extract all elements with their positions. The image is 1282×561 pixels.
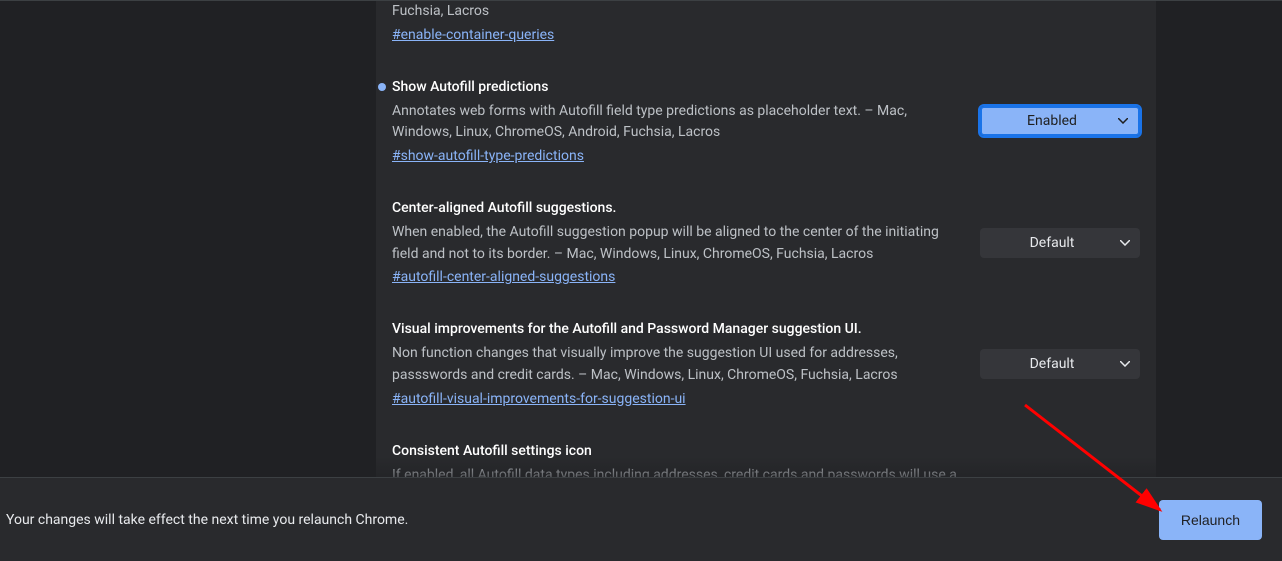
flag-hash-link[interactable]: #autofill-center-aligned-suggestions [392, 269, 615, 285]
flag-description: Annotates web forms with Autofill field … [392, 101, 960, 144]
flag-title: Show Autofill predictions [392, 79, 960, 95]
flag-title: Visual improvements for the Autofill and… [392, 321, 960, 337]
flag-row: Visual improvements for the Autofill and… [392, 303, 1140, 424]
chevron-down-icon [1120, 361, 1130, 367]
flag-hash-link[interactable]: #enable-container-queries [392, 27, 554, 43]
flag-title-text: Consistent Autofill settings icon [392, 443, 592, 459]
flag-title-text: Center-aligned Autofill suggestions. [392, 200, 616, 216]
flag-title: Consistent Autofill settings icon [392, 443, 1140, 459]
flag-state-select[interactable]: Default [980, 228, 1140, 258]
chevron-down-icon [1120, 240, 1130, 246]
flag-state-select[interactable]: Enabled [980, 106, 1140, 136]
flag-hash-link[interactable]: #show-autofill-type-predictions [392, 148, 584, 164]
flag-description: Non function changes that visually impro… [392, 343, 960, 386]
chevron-down-icon [1118, 118, 1128, 124]
flag-description: When enabled, the Autofill suggestion po… [392, 222, 960, 265]
flag-row: Fuchsia, Lacros #enable-container-querie… [392, 1, 1140, 61]
modified-dot-icon [378, 83, 386, 91]
flag-state-value: Default [1030, 356, 1075, 372]
flag-title-text: Show Autofill predictions [392, 79, 548, 95]
flag-state-value: Default [1030, 235, 1075, 251]
restart-bar: Your changes will take effect the next t… [0, 477, 1282, 561]
flag-row: Center-aligned Autofill suggestions. Whe… [392, 182, 1140, 303]
restart-message: Your changes will take effect the next t… [6, 512, 408, 528]
flag-title-text: Visual improvements for the Autofill and… [392, 321, 862, 337]
flag-row: Show Autofill predictions Annotates web … [392, 61, 1140, 182]
flag-hash-link[interactable]: #autofill-visual-improvements-for-sugges… [392, 391, 686, 407]
flag-description-tail: Fuchsia, Lacros [392, 1, 1140, 23]
flag-state-select[interactable]: Default [980, 349, 1140, 379]
flag-state-value: Enabled [1027, 113, 1077, 129]
flag-title: Center-aligned Autofill suggestions. [392, 200, 960, 216]
relaunch-button[interactable]: Relaunch [1159, 500, 1262, 540]
